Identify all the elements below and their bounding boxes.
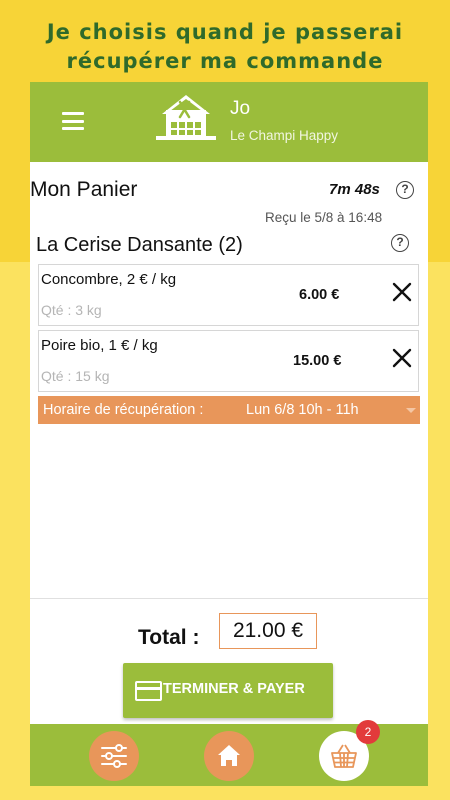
item-quantity: Qté : 3 kg	[41, 302, 102, 318]
item-price: 6.00 €	[299, 287, 340, 303]
cart-item: Concombre, 2 € / kg Qté : 3 kg 6.00 €	[38, 264, 419, 326]
remove-item-close-icon[interactable]	[389, 345, 415, 371]
user-name: Jo	[230, 98, 251, 119]
sliders-icon	[101, 744, 127, 768]
item-quantity: Qté : 15 kg	[41, 368, 110, 384]
producer-help-icon[interactable]: ?	[391, 234, 409, 252]
promo-headline: Je choisis quand je passerai récupérer m…	[0, 18, 450, 76]
total-amount: 21.00 €	[219, 613, 317, 649]
restaurant-shop-icon	[156, 95, 216, 140]
cart-item: Poire bio, 1 € / kg Qté : 15 kg 15.00 €	[38, 330, 419, 392]
home-button[interactable]	[204, 731, 254, 781]
pickup-time-select[interactable]: Horaire de récupération : Lun 6/8 10h - …	[38, 396, 420, 424]
cart-help-icon[interactable]: ?	[396, 181, 414, 199]
basket-count-badge: 2	[356, 720, 380, 744]
total-label: Total :	[138, 626, 200, 649]
app-screen: Jo Le Champi Happy Mon Panier 7m 48s ? R…	[30, 82, 428, 786]
store-name: Le Champi Happy	[230, 128, 339, 143]
app-bar: Jo Le Champi Happy	[30, 82, 428, 162]
item-name: Poire bio, 1 € / kg	[41, 337, 158, 354]
divider	[30, 598, 428, 599]
finish-and-pay-label: TERMINER & PAYER	[163, 681, 305, 697]
remove-item-close-icon[interactable]	[389, 279, 415, 305]
filters-button[interactable]	[89, 731, 139, 781]
promo-headline-line2: récupérer ma commande	[66, 49, 384, 73]
pickup-time-label: Horaire de récupération :	[43, 402, 204, 418]
credit-card-icon	[135, 681, 162, 701]
cart-title: Mon Panier	[30, 178, 138, 201]
cart-timer: 7m 48s	[329, 181, 380, 198]
received-timestamp: Reçu le 5/8 à 16:48	[265, 210, 383, 225]
producer-name: La Cerise Dansante (2)	[36, 234, 243, 256]
dropdown-caret-icon	[406, 408, 416, 413]
item-name: Concombre, 2 € / kg	[41, 271, 177, 288]
home-icon	[218, 745, 240, 766]
promo-headline-line1: Je choisis quand je passerai	[46, 20, 404, 44]
pickup-time-value: Lun 6/8 10h - 11h	[246, 402, 359, 418]
finish-and-pay-button[interactable]: TERMINER & PAYER	[123, 663, 333, 718]
hamburger-menu-icon[interactable]	[62, 112, 84, 130]
item-price: 15.00 €	[293, 353, 342, 369]
